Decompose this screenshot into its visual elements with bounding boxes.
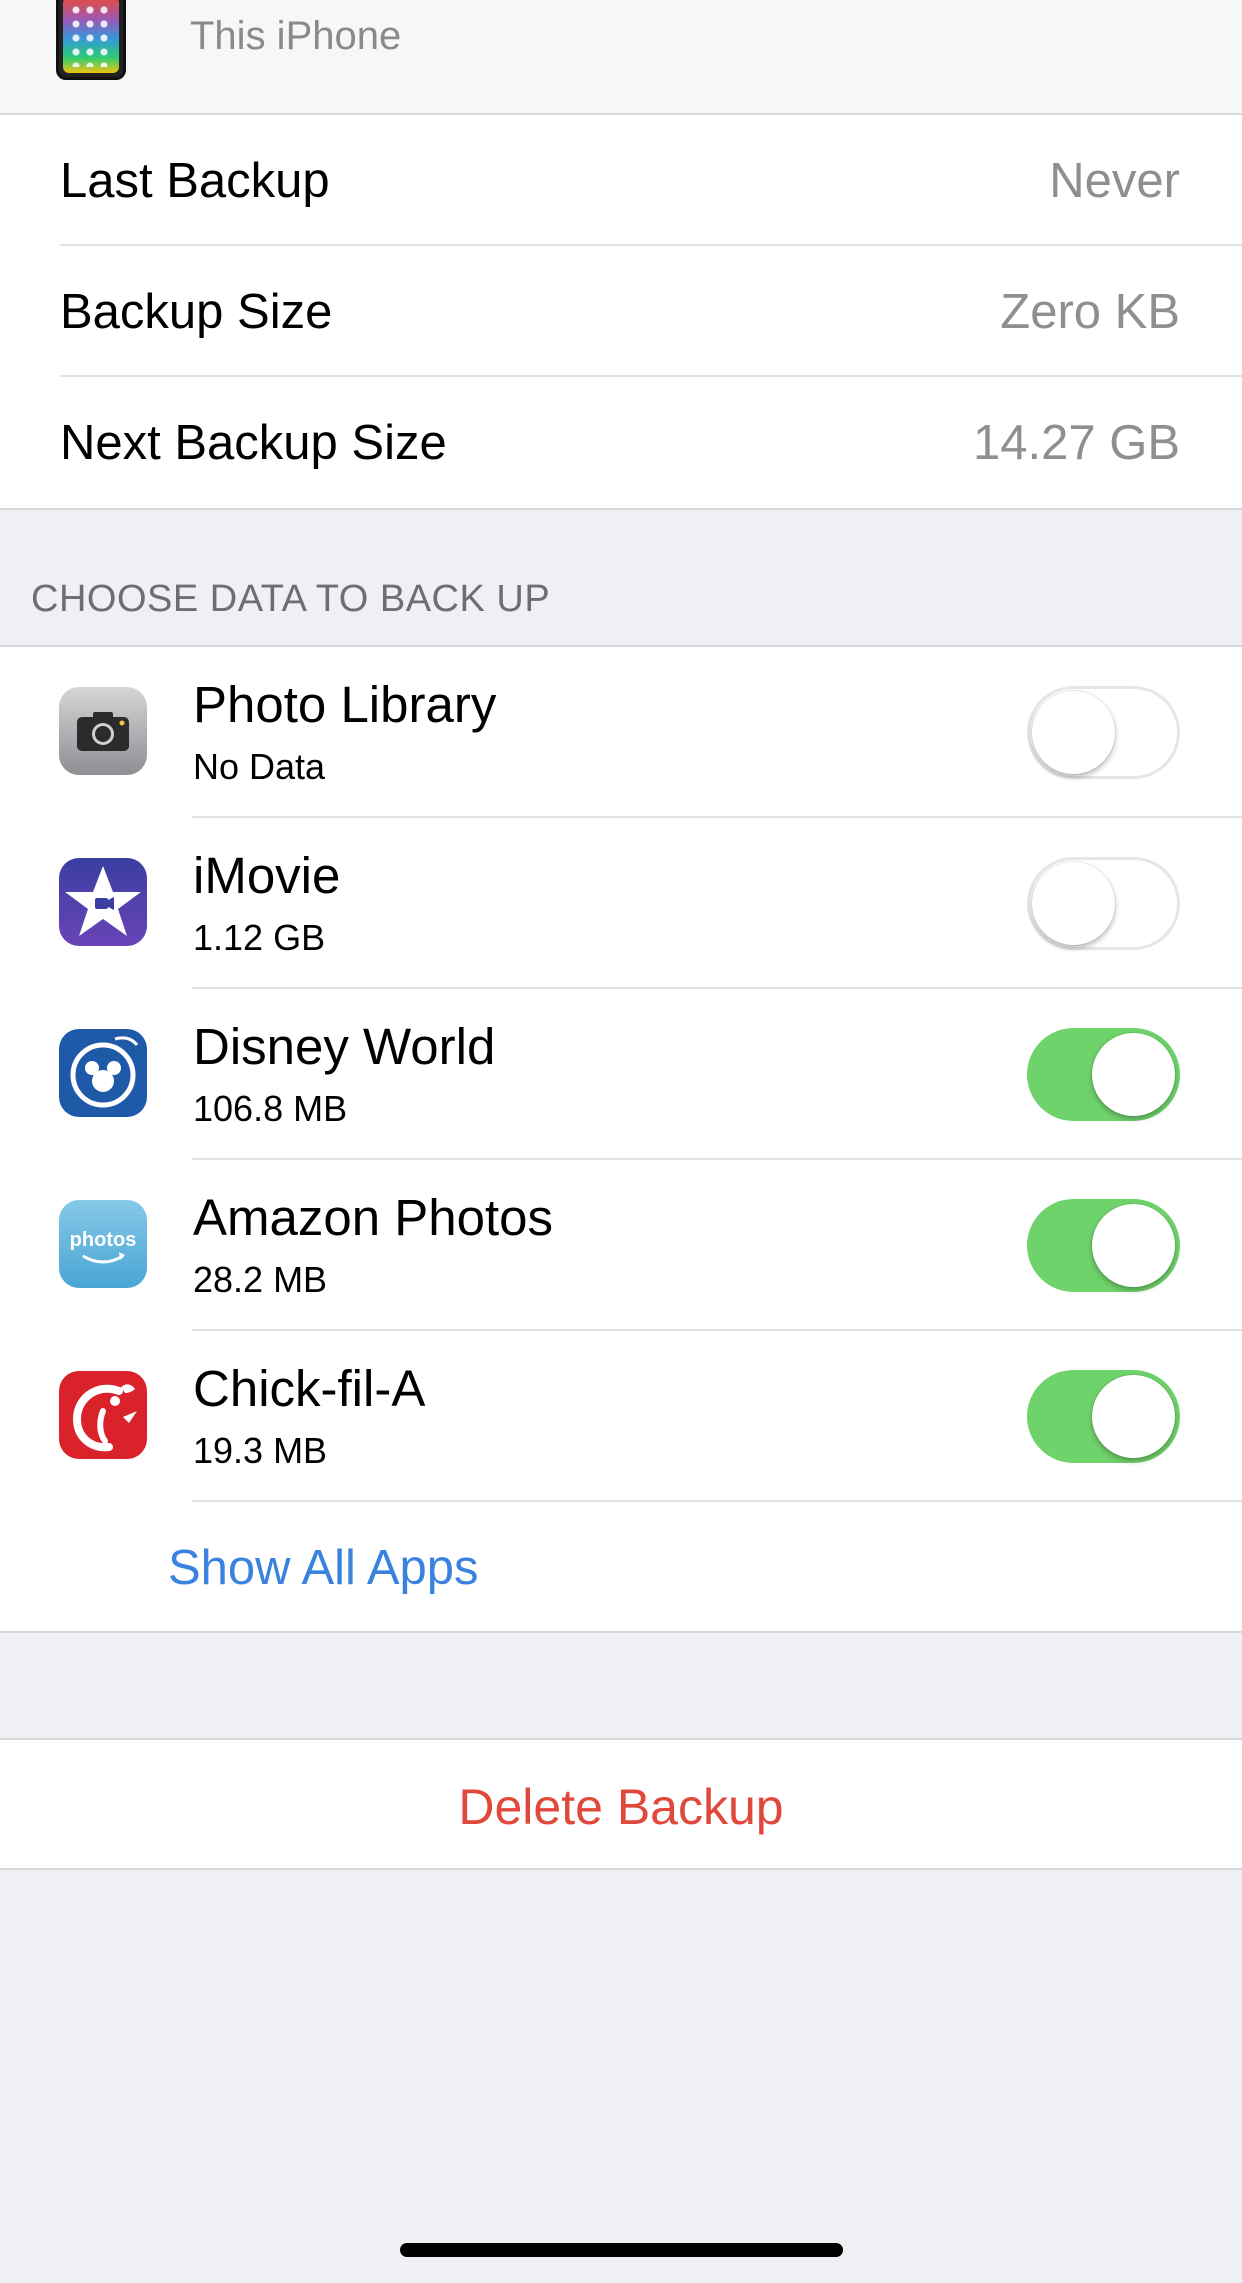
imovie-star-icon [59,858,147,946]
home-indicator[interactable] [400,2243,843,2257]
info-value: 14.27 GB [972,416,1180,470]
icloud-backup-page: This iPhone Last Backup Never Backup Siz… [0,0,1242,2283]
app-row-amazon-photos: photos Amazon Photos 28.2 MB [0,1160,1242,1331]
app-size: 28.2 MB [193,1259,328,1300]
info-row-last-backup: Last Backup Never [0,115,1242,246]
amazon-photos-icon-text: photos [70,1229,137,1251]
info-value: Never [1049,154,1180,208]
section-header-choose-data: CHOOSE DATA TO BACK UP [31,578,551,620]
info-label: Next Backup Size [60,416,447,470]
app-name: iMovie [193,847,341,904]
app-name: Disney World [193,1018,496,1075]
app-size: 19.3 MB [193,1430,328,1471]
app-row-disney-world: Disney World 106.8 MB [0,989,1242,1160]
app-name: Amazon Photos [193,1189,554,1246]
show-all-apps-link[interactable]: Show All Apps [168,1540,479,1596]
app-name: Chick-fil-A [193,1360,426,1417]
apps-list: Photo Library No Data iMovie 1.12 GB Dis… [0,645,1242,1633]
delete-backup-button[interactable]: Delete Backup [0,1778,1242,1836]
backup-info-group: Last Backup Never Backup Size Zero KB Ne… [0,115,1242,510]
app-row-photo-library: Photo Library No Data [0,647,1242,818]
chickfila-icon [59,1371,147,1459]
info-row-backup-size: Backup Size Zero KB [0,246,1242,377]
device-subtitle: This iPhone [190,14,402,58]
info-value: Zero KB [1000,285,1180,339]
device-header: This iPhone [0,0,1242,115]
app-size: No Data [193,746,326,787]
photo-library-toggle[interactable] [1027,686,1180,779]
info-label: Backup Size [60,285,333,339]
app-size: 1.12 GB [193,917,326,958]
chick-fil-a-toggle[interactable] [1027,1370,1180,1463]
show-all-apps-row[interactable]: Show All Apps [0,1502,1242,1633]
delete-backup-row[interactable]: Delete Backup [0,1738,1242,1870]
app-row-imovie: iMovie 1.12 GB [0,818,1242,989]
imovie-toggle[interactable] [1027,857,1180,950]
disney-world-toggle[interactable] [1027,1028,1180,1121]
amazon-photos-toggle[interactable] [1027,1199,1180,1292]
app-size: 106.8 MB [193,1088,348,1129]
info-row-next-backup-size: Next Backup Size 14.27 GB [0,377,1242,508]
mickey-icon [59,1029,147,1117]
iphone-device-icon [56,0,126,80]
app-name: Photo Library [193,676,497,733]
info-label: Last Backup [60,154,330,208]
app-row-chick-fil-a: Chick-fil-A 19.3 MB [0,1331,1242,1502]
camera-icon [59,687,147,775]
photos-icon: photos [59,1200,147,1288]
